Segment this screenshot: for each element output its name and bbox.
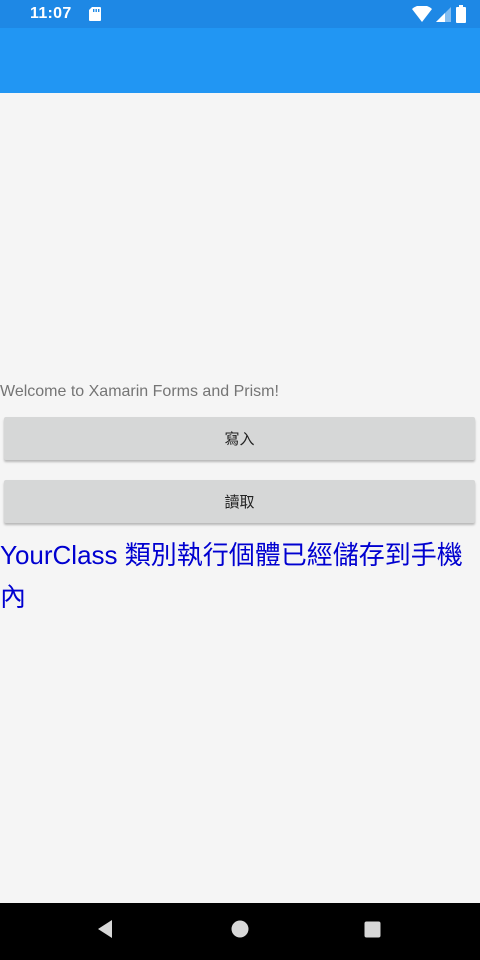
battery-icon <box>456 5 466 28</box>
wifi-icon <box>412 4 432 28</box>
back-icon <box>96 919 114 944</box>
welcome-label: Welcome to Xamarin Forms and Prism! <box>0 383 279 400</box>
status-icons <box>412 4 466 28</box>
read-button[interactable]: 讀取 <box>4 480 475 523</box>
recents-button[interactable] <box>342 903 402 960</box>
home-button[interactable] <box>210 903 270 960</box>
status-time: 11:07 <box>30 5 72 22</box>
navigation-bar <box>0 903 480 960</box>
app-toolbar <box>0 28 480 93</box>
status-message: YourClass 類別執行個體已經儲存到手機內 <box>0 540 463 612</box>
main-content: Welcome to Xamarin Forms and Prism! 寫入 讀… <box>0 93 480 903</box>
recents-icon <box>364 921 381 943</box>
status-bar: 11:07 <box>0 0 480 28</box>
write-button[interactable]: 寫入 <box>4 417 475 460</box>
back-button[interactable] <box>75 903 135 960</box>
signal-icon <box>436 6 452 28</box>
sd-card-icon <box>88 6 102 22</box>
home-icon <box>231 920 249 943</box>
